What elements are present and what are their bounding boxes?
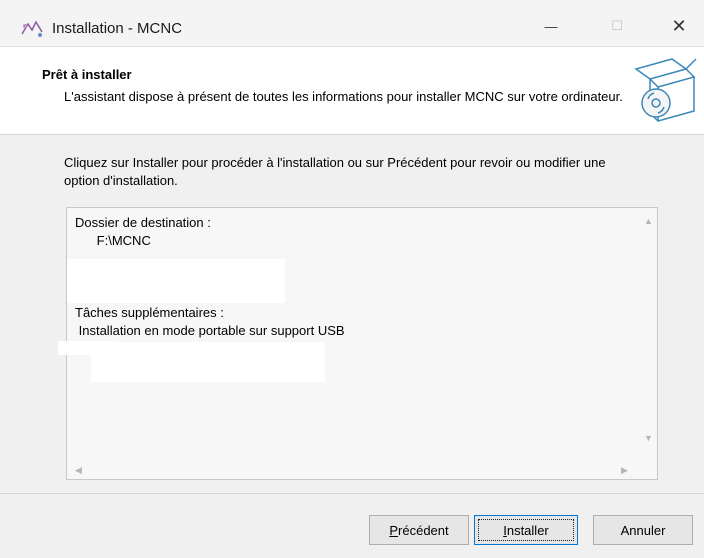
- redacted-area: [58, 341, 114, 355]
- installer-app-icon: [20, 20, 46, 38]
- vertical-scrollbar[interactable]: ▲ ▼: [640, 208, 657, 463]
- dest-label: Dossier de destination :: [75, 215, 211, 230]
- title-bar[interactable]: Installation - MCNC — ☐ ✕: [0, 0, 704, 47]
- page-title: Prêt à installer: [42, 67, 132, 82]
- wizard-header: Prêt à installer L'assistant dispose à p…: [0, 47, 704, 135]
- box-with-disc-icon: [628, 55, 698, 127]
- focus-rect: [478, 519, 574, 541]
- intro-text: Cliquez sur Installer pour procéder à l'…: [64, 155, 606, 188]
- redacted-area: [67, 259, 285, 303]
- tasks-value: Installation en mode portable sur suppor…: [78, 323, 345, 338]
- back-button[interactable]: Précédent: [369, 515, 469, 545]
- cancel-button[interactable]: Annuler: [593, 515, 693, 545]
- minimize-button[interactable]: —: [528, 8, 574, 44]
- scroll-down-icon[interactable]: ▼: [644, 433, 653, 443]
- scroll-right-icon[interactable]: ▶: [621, 465, 628, 476]
- footer-separator: [0, 493, 704, 494]
- close-button[interactable]: ✕: [656, 8, 702, 44]
- ready-memo[interactable]: Dossier de destination : F:\MCNC Tâches …: [66, 207, 658, 480]
- window-title: Installation - MCNC: [52, 20, 183, 37]
- install-button[interactable]: Installer: [474, 515, 578, 545]
- maximize-button[interactable]: ☐: [594, 8, 640, 44]
- horizontal-scrollbar[interactable]: ◀ ▶: [67, 462, 641, 479]
- dest-value: F:\MCNC: [96, 233, 151, 248]
- scroll-left-icon[interactable]: ◀: [75, 465, 82, 476]
- page-description: L'assistant dispose à présent de toutes …: [64, 89, 623, 104]
- tasks-label: Tâches supplémentaires :: [75, 305, 224, 320]
- redacted-area: [91, 342, 325, 382]
- scroll-up-icon[interactable]: ▲: [644, 216, 653, 226]
